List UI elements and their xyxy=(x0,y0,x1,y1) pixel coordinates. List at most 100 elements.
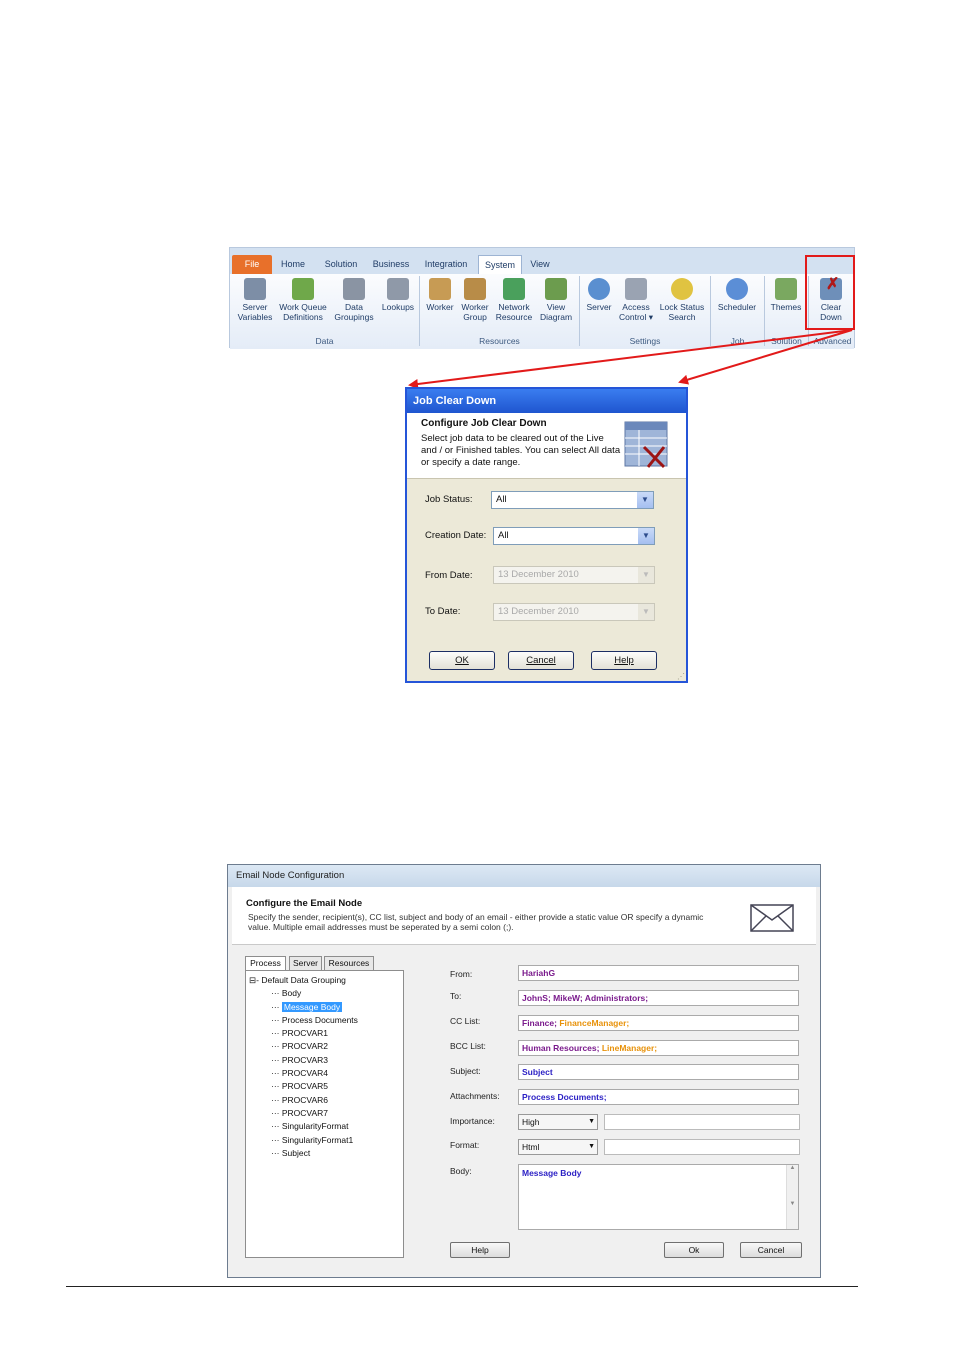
server-gear-icon xyxy=(588,278,610,300)
dialog-title: Job Clear Down xyxy=(407,389,686,413)
button-label: Scheduler xyxy=(717,302,757,312)
button-label: Server xyxy=(586,302,612,312)
body-value: Message Body xyxy=(522,1168,582,1178)
view-diagram-icon xyxy=(545,278,567,300)
worker-group-button[interactable]: Worker Group xyxy=(458,278,492,322)
from-date-picker[interactable]: 13 December 2010 ▼ xyxy=(493,566,655,584)
tree-item[interactable]: ··· PROCVAR1 xyxy=(249,1027,400,1040)
tree-item[interactable]: ··· PROCVAR2 xyxy=(249,1040,400,1053)
view-diagram-button[interactable]: View Diagram xyxy=(536,278,576,322)
chevron-down-icon[interactable]: ▼ xyxy=(638,604,654,620)
access-control-button[interactable]: Access Control ▾ xyxy=(618,278,654,322)
chevron-down-icon[interactable]: ▼ xyxy=(638,567,654,583)
lookups-button[interactable]: Lookups xyxy=(378,278,418,312)
importance-select[interactable]: High ▼ xyxy=(518,1114,598,1130)
to-date-label: To Date: xyxy=(425,606,461,617)
ok-button[interactable]: Ok xyxy=(664,1242,724,1258)
tree-item[interactable]: ··· PROCVAR5 xyxy=(249,1080,400,1093)
lock-status-search-button[interactable]: Lock Status Search xyxy=(657,278,707,322)
tree-item[interactable]: ··· PROCVAR4 xyxy=(249,1067,400,1080)
importance-dynamic-field[interactable] xyxy=(604,1114,800,1130)
tree-item-label: Message Body xyxy=(281,1001,343,1012)
button-label: Diagram xyxy=(539,312,573,322)
tab-server[interactable]: Server xyxy=(289,956,322,970)
themes-button[interactable]: Themes xyxy=(767,278,805,312)
tree-item[interactable]: ··· PROCVAR3 xyxy=(249,1054,400,1067)
chevron-down-icon[interactable]: ▼ xyxy=(637,492,653,508)
tab-system[interactable]: System xyxy=(478,255,522,274)
ok-button[interactable]: OK xyxy=(429,651,495,670)
tree-item[interactable]: ··· PROCVAR7 xyxy=(249,1107,400,1120)
button-label: View xyxy=(546,302,566,312)
attachments-value: Process Documents; xyxy=(522,1092,607,1102)
tab-process[interactable]: Process xyxy=(245,956,286,971)
attachments-field[interactable]: Process Documents; xyxy=(518,1089,799,1105)
format-select[interactable]: Html ▼ xyxy=(518,1139,598,1155)
network-resource-icon xyxy=(503,278,525,300)
tab-view[interactable]: View xyxy=(526,255,554,274)
to-date-value: 13 December 2010 xyxy=(498,606,579,617)
work-queue-icon xyxy=(292,278,314,300)
dialog-description: Specify the sender, recipient(s), CC lis… xyxy=(248,912,704,932)
subject-field[interactable]: Subject xyxy=(518,1064,799,1080)
format-dynamic-field[interactable] xyxy=(604,1139,800,1155)
scroll-up-icon[interactable]: ▲ xyxy=(790,1165,796,1171)
scroll-down-icon[interactable]: ▼ xyxy=(790,1201,796,1207)
job-status-select[interactable]: All ▼ xyxy=(491,491,654,509)
body-scrollbar[interactable]: ▲ ▼ xyxy=(786,1165,798,1229)
dialog-header: Configure the Email Node Specify the sen… xyxy=(232,887,816,945)
to-field[interactable]: JohnS; MikeW; Administrators; xyxy=(518,990,799,1006)
tab-integration[interactable]: Integration xyxy=(420,255,472,274)
tree-item-label: PROCVAR6 xyxy=(281,1094,328,1105)
creation-date-select[interactable]: All ▼ xyxy=(493,527,655,545)
tree-item[interactable]: ··· PROCVAR6 xyxy=(249,1094,400,1107)
chevron-down-icon[interactable]: ▼ xyxy=(638,528,654,544)
tree-item[interactable]: ··· Subject xyxy=(249,1147,400,1160)
body-field[interactable]: Message Body ▲ ▼ xyxy=(518,1164,799,1230)
dialog-description: Select job data to be cleared out of the… xyxy=(421,433,621,468)
group-label-solution: Solution xyxy=(771,336,802,346)
data-tree[interactable]: ⊟- Default Data Grouping ··· Body ··· Me… xyxy=(245,970,404,1258)
bcc-value-mixed: LineManager; xyxy=(601,1043,658,1053)
tree-item-selected[interactable]: ··· Message Body xyxy=(249,1001,400,1014)
group-label-resources: Resources xyxy=(479,336,520,346)
tab-solution[interactable]: Solution xyxy=(318,255,364,274)
chevron-down-icon[interactable]: ▼ xyxy=(588,1115,595,1129)
help-button[interactable]: Help xyxy=(450,1242,510,1258)
tree-root[interactable]: ⊟- Default Data Grouping xyxy=(249,974,400,987)
scheduler-button[interactable]: Scheduler xyxy=(713,278,761,312)
tab-home[interactable]: Home xyxy=(276,255,310,274)
collapse-icon[interactable]: ⊟- xyxy=(249,975,259,985)
server-variables-button[interactable]: Server Variables xyxy=(234,278,276,322)
subject-value: Subject xyxy=(522,1067,553,1077)
tree-item[interactable]: ··· SingularityFormat1 xyxy=(249,1134,400,1147)
group-label-data: Data xyxy=(315,336,334,346)
tree-item[interactable]: ··· SingularityFormat xyxy=(249,1120,400,1133)
attachments-label: Attachments: xyxy=(450,1091,500,1101)
clear-down-table-icon xyxy=(624,421,668,469)
cancel-button[interactable]: Cancel xyxy=(508,651,574,670)
tree-item[interactable]: ··· Process Documents xyxy=(249,1014,400,1027)
worker-icon xyxy=(429,278,451,300)
tab-file[interactable]: File xyxy=(232,255,272,274)
cc-field[interactable]: Finance; FinanceManager; xyxy=(518,1015,799,1031)
chevron-down-icon[interactable]: ▼ xyxy=(588,1140,595,1154)
creation-date-label: Creation Date: xyxy=(425,530,487,541)
data-groupings-button[interactable]: Data Groupings xyxy=(332,278,376,322)
network-resource-button[interactable]: Network Resource xyxy=(494,278,534,322)
tab-resources[interactable]: Resources xyxy=(324,956,374,970)
work-queue-definitions-button[interactable]: Work Queue Definitions xyxy=(276,278,330,322)
bcc-field[interactable]: Human Resources; LineManager; xyxy=(518,1040,799,1056)
worker-button[interactable]: Worker xyxy=(423,278,457,312)
envelope-icon xyxy=(750,904,794,932)
tab-business[interactable]: Business xyxy=(368,255,414,274)
resize-grip-icon[interactable]: ⋰ xyxy=(677,672,685,681)
cancel-button[interactable]: Cancel xyxy=(740,1242,802,1258)
to-date-picker[interactable]: 13 December 2010 ▼ xyxy=(493,603,655,621)
server-button[interactable]: Server xyxy=(582,278,616,312)
tree-item-label: Body xyxy=(281,988,302,999)
tree-item[interactable]: ··· Body xyxy=(249,987,400,1000)
from-field[interactable]: HariahG xyxy=(518,965,799,981)
help-button[interactable]: Help xyxy=(591,651,657,670)
body-label: Body: xyxy=(450,1166,472,1176)
